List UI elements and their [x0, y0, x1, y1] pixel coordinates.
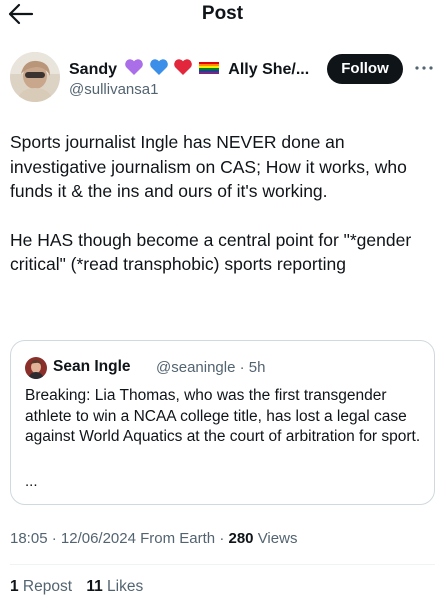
post-source: From Earth — [135, 530, 216, 547]
post-time[interactable]: 18:05 — [10, 530, 48, 547]
reposts-count: 1 — [10, 578, 19, 595]
author-name-suffix: Ally She/... — [228, 61, 310, 78]
rainbow-flag-icon — [198, 62, 219, 74]
quote-ellipsis: ... — [25, 473, 38, 490]
page-title: Post — [201, 3, 244, 24]
reposts-stat[interactable]: 1 Repost — [10, 578, 72, 595]
likes-label: Likes — [102, 578, 144, 595]
follow-button[interactable]: Follow — [327, 54, 403, 84]
divider — [10, 564, 435, 565]
author-display-name[interactable]: Sandy Ally She/... — [69, 58, 309, 81]
meta-separator: · — [47, 530, 61, 547]
likes-stat[interactable]: 11 Likes — [86, 578, 143, 595]
avatar-photo — [10, 52, 60, 102]
author-name: Sandy — [69, 61, 118, 78]
post-text: Sports journalist Ingle has NEVER done a… — [10, 130, 435, 277]
post-date[interactable]: 12/06/2024 — [61, 530, 136, 547]
quote-text: Breaking: Lia Thomas, who was the first … — [25, 387, 421, 445]
quoted-post-card[interactable]: Sean Ingle @seaningle · 5h Breaking: Lia… — [10, 340, 435, 505]
author-handle[interactable]: @sullivansa1 — [69, 81, 158, 98]
quote-time: 5h — [248, 359, 266, 376]
reposts-label: Repost — [18, 578, 73, 595]
quote-separator: · — [235, 359, 249, 376]
top-bar: Post — [0, 0, 445, 30]
more-dots-icon — [415, 66, 433, 70]
engagement-stats: 1 Repost 11 Likes — [10, 578, 143, 596]
post-paragraph: He HAS though become a central point for… — [10, 229, 412, 275]
quote-avatar-photo — [25, 357, 47, 379]
avatar[interactable] — [10, 52, 60, 102]
meta-separator: · — [215, 530, 229, 547]
blue-heart-icon — [150, 59, 168, 75]
name-emojis — [124, 58, 219, 81]
post-meta: 18:05 · 12/06/2024 From Earth · 280 View… — [10, 530, 297, 547]
author-row: Sandy Ally She/... @sullivansa1 Follow — [10, 50, 435, 106]
purple-heart-icon — [125, 59, 144, 75]
quote-handle: @seaningle — [156, 359, 236, 376]
views-count[interactable]: 280 — [229, 530, 254, 547]
red-heart-icon — [174, 59, 193, 75]
likes-count: 11 — [86, 578, 103, 595]
quote-avatar — [25, 357, 47, 379]
post-paragraph: Sports journalist Ingle has NEVER done a… — [10, 132, 407, 201]
more-button[interactable] — [413, 61, 435, 75]
views-label: Views — [253, 530, 298, 547]
quote-meta: @seaningle · 5h — [156, 359, 265, 376]
quote-author-name: Sean Ingle — [53, 358, 131, 375]
